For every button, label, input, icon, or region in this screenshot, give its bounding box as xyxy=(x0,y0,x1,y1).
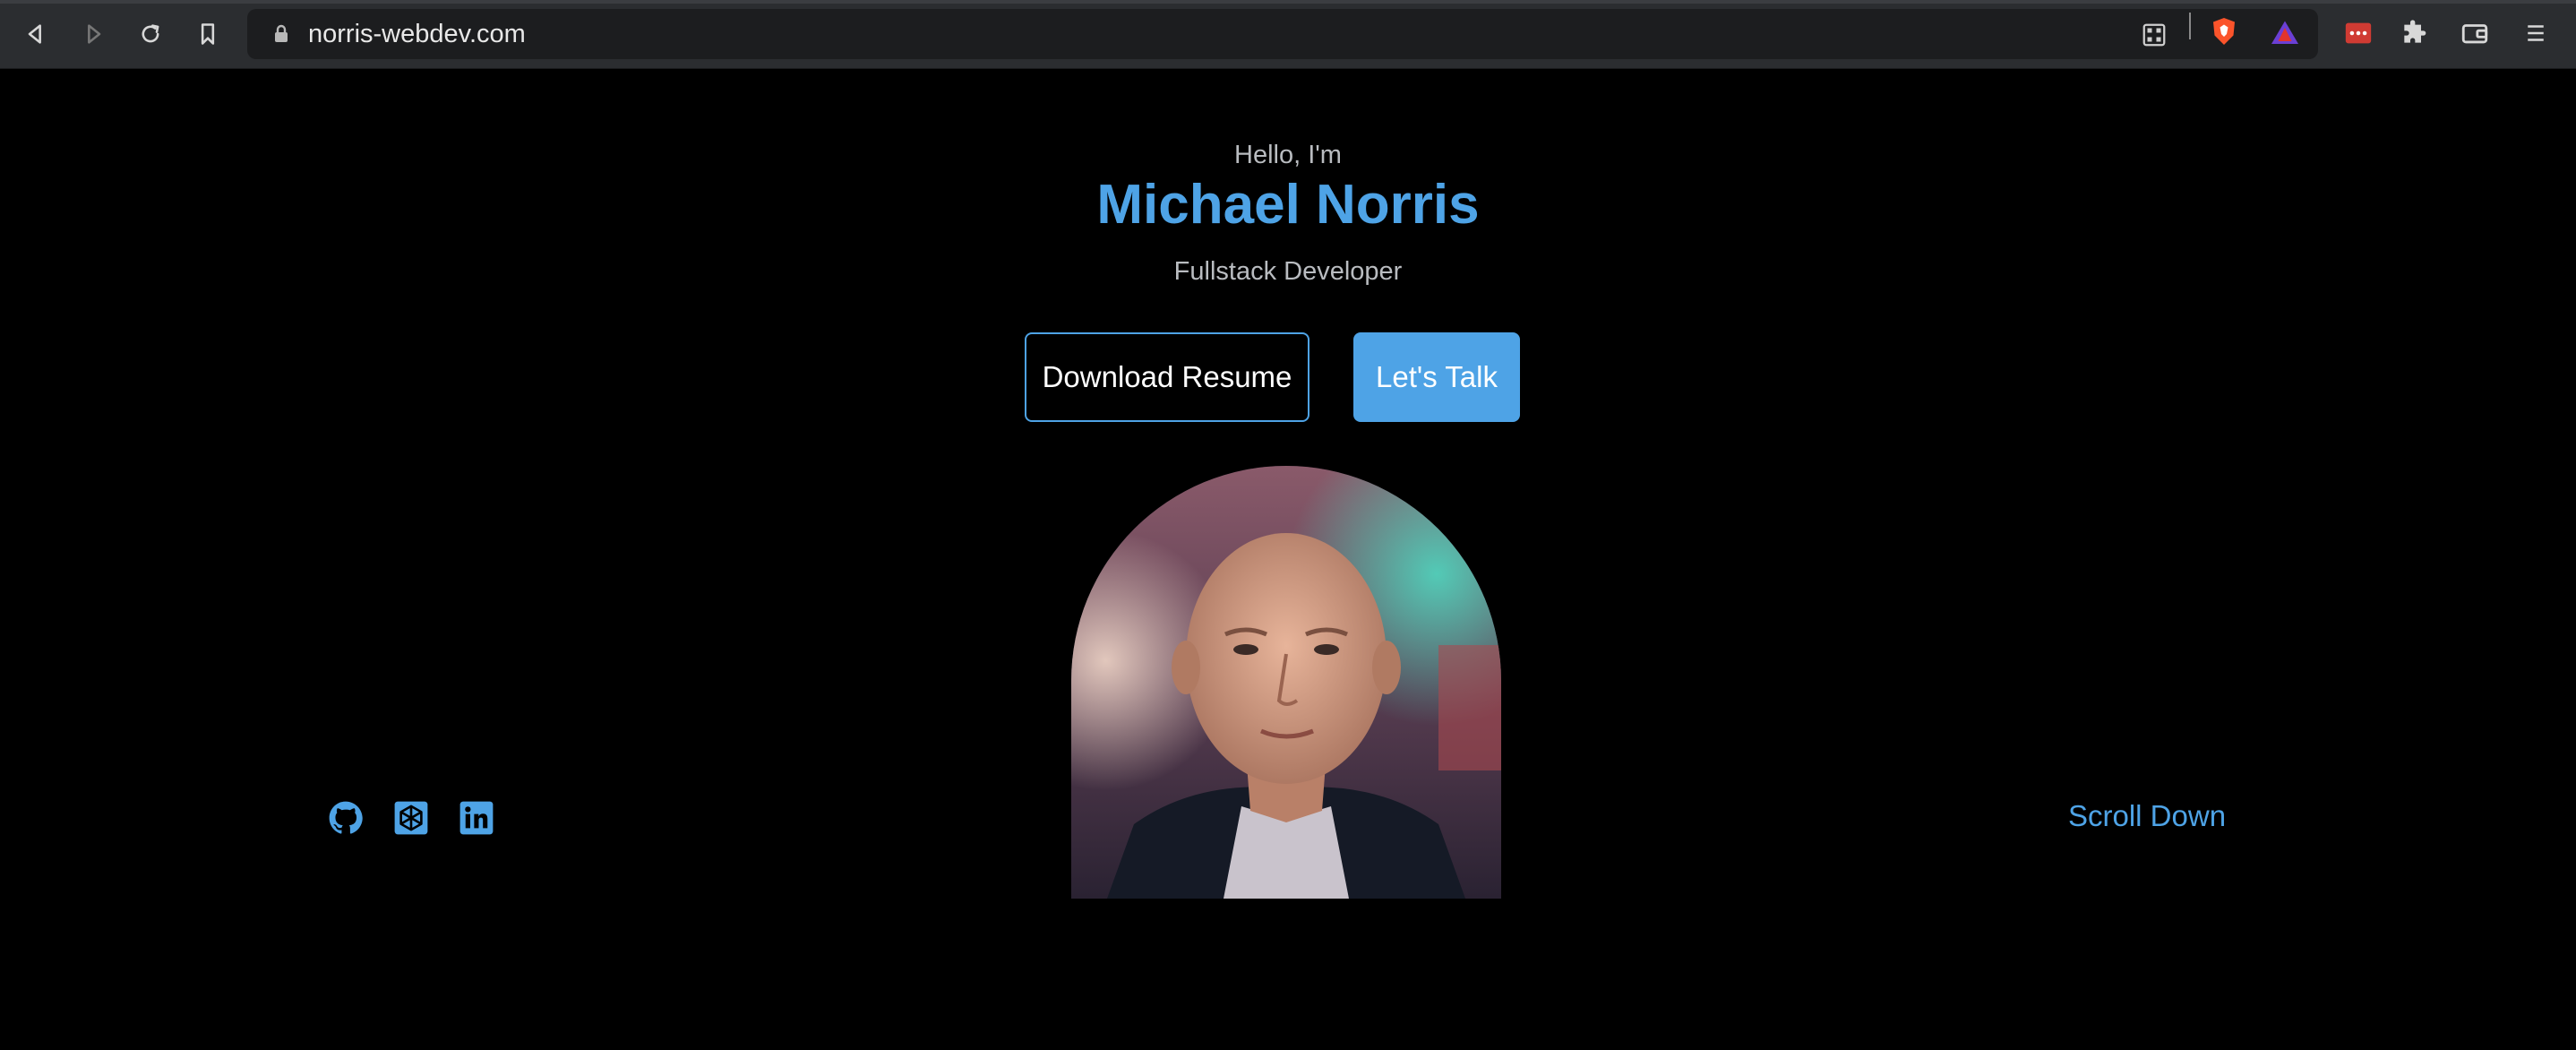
wallet-icon[interactable] xyxy=(2458,16,2492,50)
url-text[interactable]: norris-webdev.com xyxy=(308,20,526,49)
tab-strip-edge xyxy=(0,0,2576,4)
back-arrow-icon[interactable] xyxy=(18,16,54,52)
lock-icon xyxy=(270,23,292,45)
hero-name: Michael Norris xyxy=(1096,174,1480,236)
address-bar[interactable]: norris-webdev.com xyxy=(247,9,2318,59)
hamburger-menu-icon[interactable] xyxy=(2519,16,2553,50)
profile-photo xyxy=(1071,466,1501,899)
reload-icon[interactable] xyxy=(133,16,168,52)
password-manager-icon[interactable] xyxy=(2341,16,2375,50)
puzzle-extensions-icon[interactable] xyxy=(2397,16,2431,50)
address-bar-divider xyxy=(2189,13,2191,39)
codepen-hexagon-icon[interactable] xyxy=(391,798,431,838)
greeting-text: Hello, I'm xyxy=(1234,141,1342,169)
github-icon[interactable] xyxy=(326,798,365,838)
hero-role: Fullstack Developer xyxy=(1173,257,1403,286)
brave-shield-icon[interactable] xyxy=(2207,14,2241,48)
browser-toolbar: norris-webdev.com xyxy=(0,0,2576,69)
brave-rewards-icon[interactable] xyxy=(2268,16,2302,50)
qr-code-icon[interactable] xyxy=(2139,20,2169,50)
forward-arrow-icon[interactable] xyxy=(75,16,111,52)
lets-talk-button[interactable]: Let's Talk xyxy=(1353,332,1520,422)
portfolio-hero: Hello, I'm Michael Norris Fullstack Deve… xyxy=(0,69,2576,1050)
scroll-down-link[interactable]: Scroll Down xyxy=(2068,799,2226,833)
linkedin-icon[interactable] xyxy=(457,798,496,838)
download-resume-button[interactable]: Download Resume xyxy=(1025,332,1309,422)
bookmark-icon[interactable] xyxy=(190,16,226,52)
